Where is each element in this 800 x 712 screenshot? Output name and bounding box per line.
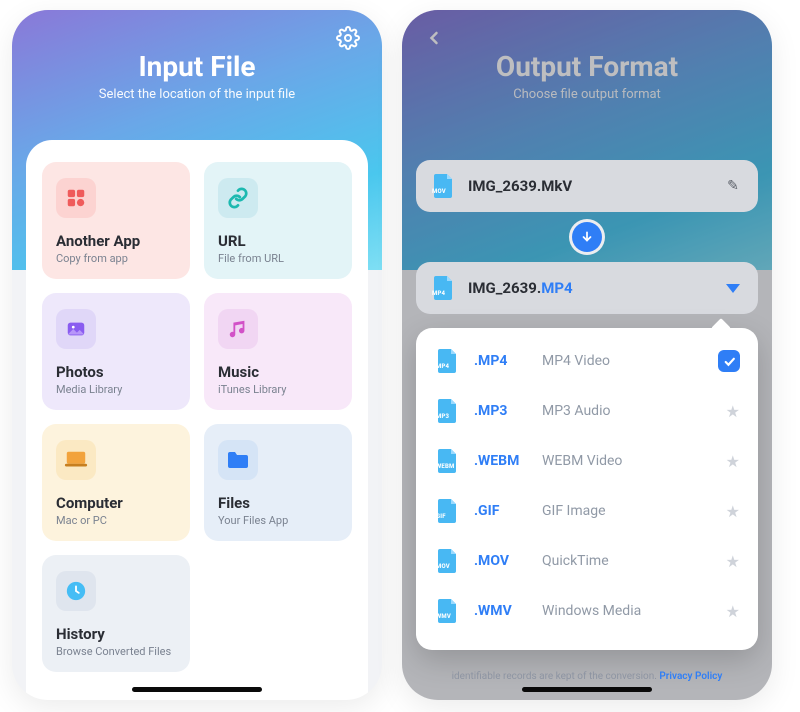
- photo-icon: [56, 309, 96, 349]
- format-option-mp4[interactable]: MP4 .MP4 MP4 Video: [416, 336, 758, 386]
- file-icon: GIF: [434, 497, 462, 525]
- format-option-mp3[interactable]: MP3 .MP3 MP3 Audio ★: [416, 386, 758, 436]
- file-icon: MP4: [430, 274, 458, 302]
- format-option-webm[interactable]: WEBM .WEBM WEBM Video ★: [416, 436, 758, 486]
- star-icon[interactable]: ★: [726, 452, 740, 471]
- star-icon[interactable]: ★: [726, 402, 740, 421]
- format-dropdown-toggle[interactable]: [722, 277, 744, 299]
- tile-subtitle: Mac or PC: [56, 514, 176, 527]
- format-option-mov[interactable]: MOV .MOV QuickTime ★: [416, 536, 758, 586]
- tile-computer[interactable]: Computer Mac or PC: [42, 424, 190, 541]
- check-icon: [718, 350, 740, 372]
- file-icon: MP3: [434, 397, 462, 425]
- tile-title: Files: [218, 494, 338, 512]
- tile-files[interactable]: Files Your Files App: [204, 424, 352, 541]
- format-ext: .WEBM: [474, 453, 530, 469]
- source-sheet: Another App Copy from app URL File from …: [26, 140, 368, 700]
- input-file-card[interactable]: MOV IMG_2639.MkV ✎: [416, 160, 758, 212]
- page-title: Input File: [12, 50, 382, 83]
- file-icon: MP4: [434, 347, 462, 375]
- music-icon: [218, 309, 258, 349]
- format-ext: .GIF: [474, 503, 530, 519]
- file-icon: MOV: [434, 547, 462, 575]
- format-name: QuickTime: [542, 553, 714, 569]
- folder-icon: [218, 440, 258, 480]
- tile-url[interactable]: URL File from URL: [204, 162, 352, 279]
- dropdown-notch: [711, 318, 731, 338]
- edit-button[interactable]: ✎: [722, 175, 744, 197]
- tile-subtitle: Copy from app: [56, 252, 176, 265]
- format-ext: .MOV: [474, 553, 530, 569]
- tile-subtitle: iTunes Library: [218, 383, 338, 396]
- output-file-name: IMG_2639.MP4: [468, 279, 712, 297]
- tile-subtitle: Media Library: [56, 383, 176, 396]
- input-file-screen: Input File Select the location of the in…: [12, 10, 382, 700]
- tile-photos[interactable]: Photos Media Library: [42, 293, 190, 410]
- input-file-name: IMG_2639.MkV: [468, 177, 712, 195]
- star-icon[interactable]: ★: [726, 552, 740, 571]
- tile-title: Computer: [56, 494, 176, 512]
- file-icon: WMV: [434, 597, 462, 625]
- computer-icon: [56, 440, 96, 480]
- privacy-link[interactable]: Privacy Policy: [659, 671, 722, 682]
- tile-title: History: [56, 625, 176, 643]
- home-indicator[interactable]: [522, 687, 652, 692]
- file-icon: WEBM: [434, 447, 462, 475]
- format-name: MP4 Video: [542, 353, 706, 369]
- link-icon: [218, 178, 258, 218]
- footer-note: identifiable records are kept of the con…: [402, 671, 772, 682]
- star-icon[interactable]: ★: [726, 502, 740, 521]
- file-badge: MP4: [432, 290, 445, 297]
- output-file-card[interactable]: MP4 IMG_2639.MP4: [416, 262, 758, 314]
- apps-icon: [56, 178, 96, 218]
- file-icon: MOV: [430, 172, 458, 200]
- tile-music[interactable]: Music iTunes Library: [204, 293, 352, 410]
- source-grid: Another App Copy from app URL File from …: [42, 162, 352, 672]
- tile-title: URL: [218, 232, 338, 250]
- format-ext: .WMV: [474, 603, 530, 619]
- tile-another-app[interactable]: Another App Copy from app: [42, 162, 190, 279]
- chevron-down-icon: [726, 284, 740, 293]
- format-option-gif[interactable]: GIF .GIF GIF Image ★: [416, 486, 758, 536]
- format-dropdown: MP4 .MP4 MP4 Video MP3 .MP3 MP3 Audio ★ WEBM .WE…: [416, 328, 758, 650]
- star-icon[interactable]: ★: [726, 602, 740, 621]
- page-subtitle: Select the location of the input file: [12, 87, 382, 102]
- header: Input File Select the location of the in…: [12, 10, 382, 102]
- tile-title: Photos: [56, 363, 176, 381]
- format-name: WEBM Video: [542, 453, 714, 469]
- tile-subtitle: File from URL: [218, 252, 338, 265]
- tile-subtitle: Your Files App: [218, 514, 338, 527]
- file-badge: MOV: [432, 188, 446, 195]
- format-name: MP3 Audio: [542, 403, 714, 419]
- format-ext: .MP4: [474, 353, 530, 369]
- tile-subtitle: Browse Converted Files: [56, 645, 176, 658]
- tile-title: Music: [218, 363, 338, 381]
- format-option-wmv[interactable]: WMV .WMV Windows Media ★: [416, 586, 758, 636]
- clock-icon: [56, 571, 96, 611]
- home-indicator[interactable]: [132, 687, 262, 692]
- tile-history[interactable]: History Browse Converted Files: [42, 555, 190, 672]
- output-format-screen: Output Format Choose file output format …: [402, 10, 772, 700]
- format-name: GIF Image: [542, 503, 714, 519]
- format-sheet: MOV IMG_2639.MkV ✎ MP4 IMG_2639.MP4 MP4.…: [416, 160, 758, 700]
- arrow-down-icon: [572, 222, 602, 252]
- format-ext: .MP3: [474, 403, 530, 419]
- format-name: Windows Media: [542, 603, 714, 619]
- tile-title: Another App: [56, 232, 176, 250]
